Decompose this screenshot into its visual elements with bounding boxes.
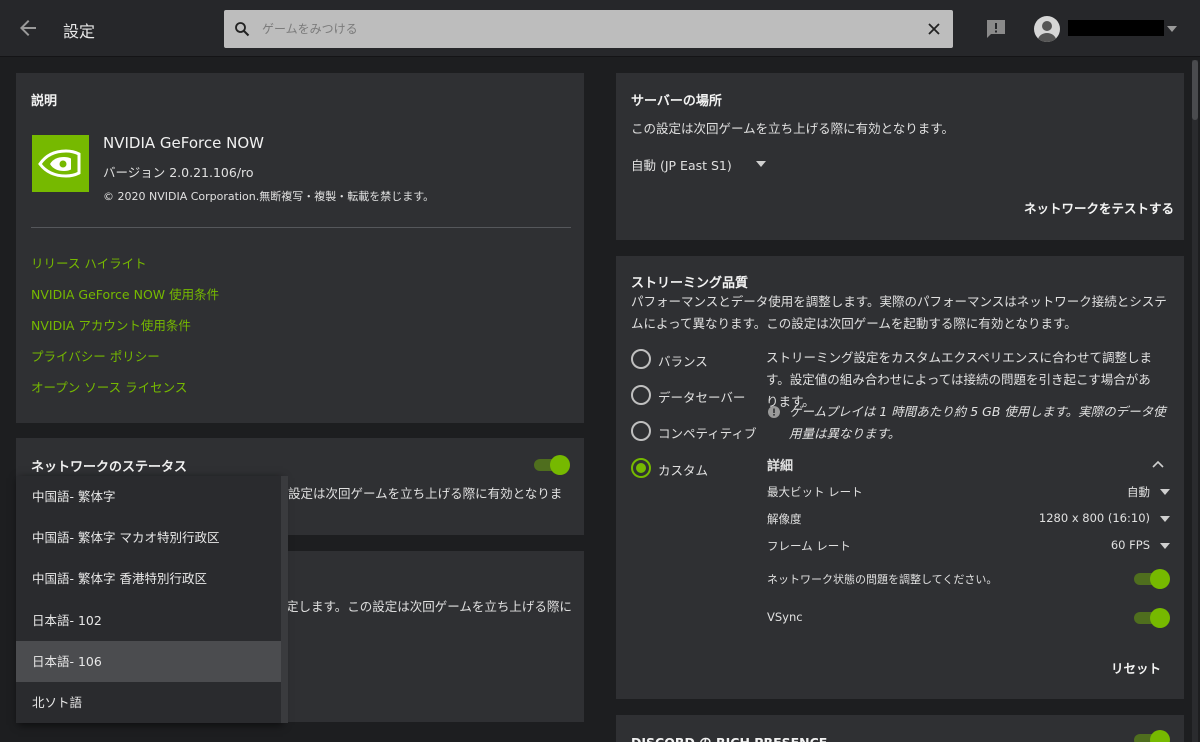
chevron-up-icon[interactable] <box>1152 460 1164 468</box>
server-location-select[interactable]: 自動 (JP East S1) <box>631 155 771 175</box>
clear-search-icon[interactable] <box>927 22 941 36</box>
network-status-desc: 設定は次回ゲームを立ち上げる際に有効となりま <box>288 486 563 501</box>
streaming-desc: パフォーマンスとデータ使用を調整します。実際のパフォーマンスはネットワーク接続と… <box>631 294 1167 331</box>
resolution-select[interactable]: 1280 x 800 (16:10) <box>1026 510 1172 528</box>
back-arrow-icon[interactable] <box>16 16 40 40</box>
discord-heading: DISCORD の RICH PRESENCE <box>631 732 827 742</box>
radio-data-saver-label: データセーバー <box>658 390 746 405</box>
page-title: 設定 <box>63 22 96 41</box>
page-scrollbar[interactable] <box>1192 60 1198 742</box>
about-panel: 説明 NVIDIA GeForce NOW バージョン 2.0.21.106/r… <box>16 73 584 423</box>
language-desc: 定します。この設定は次回ゲームを立ち上げる際に <box>286 599 572 614</box>
vsync-label: VSync <box>767 610 803 624</box>
resolution-value: 1280 x 800 (16:10) <box>1038 511 1150 525</box>
toggle-knob <box>1150 569 1170 589</box>
radio-balanced-label: バランス <box>658 354 708 369</box>
search-bar <box>224 10 953 48</box>
caret-down-icon <box>1160 516 1170 522</box>
user-silhouette-icon <box>1037 21 1057 42</box>
chevron-down-icon[interactable] <box>1167 25 1177 33</box>
network-adjust-toggle[interactable] <box>1134 569 1170 589</box>
discord-panel: DISCORD の RICH PRESENCE <box>616 715 1184 742</box>
toggle-knob <box>1150 730 1170 742</box>
about-divider <box>31 227 571 228</box>
bitrate-label: 最大ビット レート <box>767 485 863 499</box>
details-label: 詳細 <box>767 459 794 474</box>
caret-down-icon <box>756 161 766 167</box>
link-account-terms[interactable]: NVIDIA アカウント使用条件 <box>31 315 191 334</box>
radio-competitive-label: コンペティティブ <box>658 426 757 441</box>
server-heading: サーバーの場所 <box>631 94 722 109</box>
top-bar: 設定 <box>0 0 1200 57</box>
nvidia-eye-icon <box>38 149 81 178</box>
radio-data-saver[interactable] <box>631 385 651 405</box>
server-location-panel: サーバーの場所 この設定は次回ゲームを立ち上げる際に有効となります。 自動 (J… <box>616 73 1184 240</box>
language-dropdown: 中国語- 繁体字 中国語- 繁体字 マカオ特別行政区 中国語- 繁体字 香港特別… <box>16 476 281 723</box>
toggle-knob <box>1150 608 1170 628</box>
username-redacted <box>1068 20 1164 36</box>
bitrate-select[interactable]: 自動 <box>1096 483 1172 501</box>
search-input[interactable] <box>262 16 902 42</box>
info-icon <box>768 406 780 418</box>
copyright-text: © 2020 NVIDIA Corporation.無断複写・複製・転載を禁じま… <box>103 190 435 203</box>
bitrate-value: 自動 <box>1127 485 1150 499</box>
page-scrollbar-thumb[interactable] <box>1192 60 1198 120</box>
dropdown-item-selected[interactable]: 日本語- 106 <box>16 641 281 682</box>
feedback-icon[interactable] <box>985 18 1007 40</box>
caret-down-icon <box>1160 543 1170 549</box>
framerate-select[interactable]: 60 FPS <box>1086 537 1172 555</box>
network-status-toggle[interactable] <box>534 455 570 475</box>
discord-toggle[interactable] <box>1134 730 1170 742</box>
dropdown-item[interactable]: 北ソト語 <box>16 682 281 723</box>
framerate-label: フレーム レート <box>767 539 851 553</box>
nvidia-logo <box>32 135 89 192</box>
dropdown-item[interactable]: 日本語- 102 <box>16 600 281 641</box>
search-icon <box>235 22 250 37</box>
network-adjust-label: ネットワーク状態の問題を調整してください。 <box>767 573 998 586</box>
radio-balanced[interactable] <box>631 349 651 369</box>
dropdown-item[interactable]: 中国語- 繁体字 マカオ特別行政区 <box>16 517 281 558</box>
streaming-quality-panel: ストリーミング品質 パフォーマンスとデータ使用を調整します。実際のパフォーマンス… <box>616 256 1184 699</box>
server-location-value: 自動 (JP East S1) <box>631 158 732 173</box>
app-version: バージョン 2.0.21.106/ro <box>103 165 254 180</box>
link-release-highlights[interactable]: リリース ハイライト <box>31 253 147 272</box>
framerate-value: 60 FPS <box>1110 538 1150 552</box>
toggle-knob <box>550 455 570 475</box>
radio-custom-label: カスタム <box>658 463 709 478</box>
server-desc: この設定は次回ゲームを立ち上げる際に有効となります。 <box>631 121 955 136</box>
reset-button[interactable]: リセット <box>1111 658 1161 677</box>
app-name: NVIDIA GeForce NOW <box>103 134 264 152</box>
link-privacy-policy[interactable]: プライバシー ポリシー <box>31 346 160 365</box>
user-avatar[interactable] <box>1034 16 1060 42</box>
dropdown-item[interactable]: 中国語- 繁体字 <box>16 476 281 517</box>
resolution-label: 解像度 <box>767 512 802 526</box>
radio-custom[interactable] <box>631 458 651 478</box>
streaming-heading: ストリーミング品質 <box>631 276 749 291</box>
network-status-heading: ネットワークのステータス <box>31 460 188 475</box>
test-network-button[interactable]: ネットワークをテストする <box>1024 198 1174 217</box>
dropdown-item[interactable]: 中国語- 繁体字 香港特別行政区 <box>16 558 281 599</box>
caret-down-icon <box>1160 489 1170 495</box>
vsync-toggle[interactable] <box>1134 608 1170 628</box>
link-gfn-terms[interactable]: NVIDIA GeForce NOW 使用条件 <box>31 284 219 303</box>
data-usage-info: ゲームプレイは 1 時間あたり約 5 GB 使用します。実際のデータ使用量は異な… <box>789 404 1166 441</box>
about-heading: 説明 <box>31 94 58 109</box>
link-open-source-licenses[interactable]: オープン ソース ライセンス <box>31 377 187 396</box>
radio-competitive[interactable] <box>631 421 651 441</box>
dropdown-scrollbar[interactable] <box>281 476 288 723</box>
